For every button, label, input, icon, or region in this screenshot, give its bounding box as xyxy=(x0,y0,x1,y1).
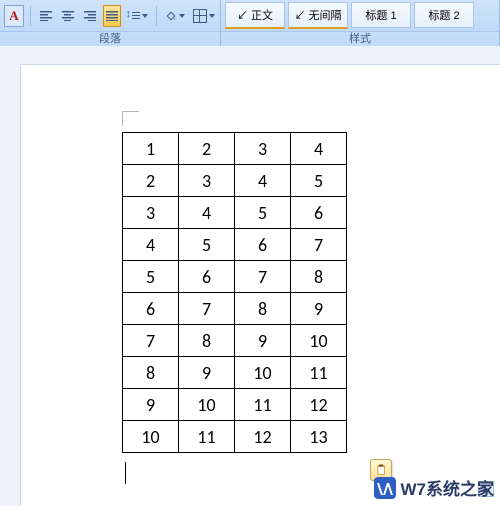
table-row: 5678 xyxy=(123,261,347,293)
page-margin-marker xyxy=(122,111,139,126)
table-row: 4567 xyxy=(123,229,347,261)
font-color-glyph: A xyxy=(9,8,18,24)
watermark-text: W7系统之家 xyxy=(401,475,495,500)
paint-bucket-icon xyxy=(165,10,177,22)
watermark-logo-icon xyxy=(374,477,396,499)
table-cell[interactable]: 1 xyxy=(123,133,179,165)
table-cell[interactable]: 3 xyxy=(179,165,235,197)
table-cell[interactable]: 10 xyxy=(179,389,235,421)
line-spacing-button[interactable] xyxy=(125,5,150,27)
table-cell[interactable]: 9 xyxy=(291,293,347,325)
table-row: 1234 xyxy=(123,133,347,165)
page[interactable]: 1234234534564567567867897891089101191011… xyxy=(22,66,498,502)
line-spacing-icon xyxy=(128,10,140,22)
vertical-ruler[interactable] xyxy=(0,46,21,506)
table-cell[interactable]: 7 xyxy=(235,261,291,293)
table-row: 9101112 xyxy=(123,389,347,421)
align-left-icon xyxy=(40,11,52,21)
document-area: 1234234534564567567867897891089101191011… xyxy=(0,46,500,506)
table-row: 78910 xyxy=(123,325,347,357)
ribbon: A 段落 xyxy=(0,0,500,47)
table-cell[interactable]: 6 xyxy=(291,197,347,229)
table-cell[interactable]: 4 xyxy=(179,197,235,229)
table-cell[interactable]: 2 xyxy=(179,133,235,165)
table-cell[interactable]: 6 xyxy=(179,261,235,293)
table-row: 891011 xyxy=(123,357,347,389)
chevron-down-icon xyxy=(179,14,185,18)
table-cell[interactable]: 11 xyxy=(179,421,235,453)
table-cell[interactable]: 4 xyxy=(291,133,347,165)
align-justify-button[interactable] xyxy=(103,5,121,27)
table-cell[interactable]: 7 xyxy=(123,325,179,357)
table-cell[interactable]: 8 xyxy=(291,261,347,293)
ribbon-group-paragraph: A 段落 xyxy=(0,0,221,46)
font-color-button[interactable]: A xyxy=(4,5,24,27)
table-cell[interactable]: 11 xyxy=(235,389,291,421)
table-cell[interactable]: 6 xyxy=(123,293,179,325)
ribbon-group-styles: ↙ 正文↙ 无间隔标题 1标题 2 样式 xyxy=(221,0,500,46)
align-left-button[interactable] xyxy=(37,5,55,27)
table-cell[interactable]: 3 xyxy=(123,197,179,229)
document-table[interactable]: 1234234534564567567867897891089101191011… xyxy=(122,132,347,453)
ribbon-separator xyxy=(156,6,157,26)
watermark: W7系统之家 xyxy=(374,475,495,500)
table-cell[interactable]: 7 xyxy=(291,229,347,261)
horizontal-ruler[interactable] xyxy=(20,46,500,65)
borders-icon xyxy=(193,9,207,23)
borders-button[interactable] xyxy=(191,5,216,27)
table-cell[interactable]: 10 xyxy=(123,421,179,453)
table-cell[interactable]: 9 xyxy=(179,357,235,389)
table-row: 3456 xyxy=(123,197,347,229)
table-cell[interactable]: 9 xyxy=(123,389,179,421)
ribbon-group-label-styles: 样式 xyxy=(221,31,499,46)
table-cell[interactable]: 4 xyxy=(123,229,179,261)
table-cell[interactable]: 11 xyxy=(291,357,347,389)
ribbon-group-label-paragraph: 段落 xyxy=(0,31,220,46)
table-cell[interactable]: 9 xyxy=(235,325,291,357)
table-cell[interactable]: 8 xyxy=(235,293,291,325)
table-row: 6789 xyxy=(123,293,347,325)
table-row: 2345 xyxy=(123,165,347,197)
table-cell[interactable]: 5 xyxy=(179,229,235,261)
table-cell[interactable]: 6 xyxy=(235,229,291,261)
table-cell[interactable]: 3 xyxy=(235,133,291,165)
style-gallery: ↙ 正文↙ 无间隔标题 1标题 2 xyxy=(225,2,474,29)
align-justify-icon xyxy=(106,11,118,21)
table-cell[interactable]: 2 xyxy=(123,165,179,197)
table-cell[interactable]: 5 xyxy=(123,261,179,293)
table-cell[interactable]: 7 xyxy=(179,293,235,325)
align-right-button[interactable] xyxy=(81,5,99,27)
chevron-down-icon xyxy=(142,14,148,18)
table-cell[interactable]: 4 xyxy=(235,165,291,197)
style-item-1[interactable]: ↙ 无间隔 xyxy=(288,2,348,29)
table-row: 10111213 xyxy=(123,421,347,453)
style-item-3[interactable]: 标题 2 xyxy=(414,2,474,28)
align-center-icon xyxy=(62,11,74,21)
table-cell[interactable]: 12 xyxy=(235,421,291,453)
chevron-down-icon xyxy=(209,14,215,18)
text-cursor xyxy=(125,462,126,484)
style-item-0[interactable]: ↙ 正文 xyxy=(225,2,285,29)
table-cell[interactable]: 10 xyxy=(235,357,291,389)
table-cell[interactable]: 13 xyxy=(291,421,347,453)
table-cell[interactable]: 8 xyxy=(123,357,179,389)
align-center-button[interactable] xyxy=(59,5,77,27)
table-cell[interactable]: 8 xyxy=(179,325,235,357)
align-right-icon xyxy=(84,11,96,21)
table-cell[interactable]: 10 xyxy=(291,325,347,357)
shading-button[interactable] xyxy=(163,5,188,27)
ribbon-separator xyxy=(30,6,31,26)
table-cell[interactable]: 12 xyxy=(291,389,347,421)
style-item-2[interactable]: 标题 1 xyxy=(351,2,411,28)
table-cell[interactable]: 5 xyxy=(291,165,347,197)
table-cell[interactable]: 5 xyxy=(235,197,291,229)
